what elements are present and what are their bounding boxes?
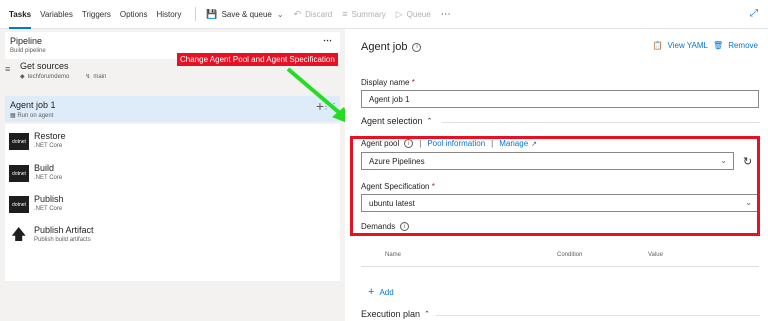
tab-variables[interactable]: Variables [40, 0, 73, 29]
upload-icon: 🡅 [11, 226, 27, 243]
save-icon: 💾 [206, 8, 218, 19]
chevron-down-icon: ⌄ [276, 9, 284, 19]
details-title: Agent job i [361, 41, 422, 53]
toolbar: Tasks Variables Triggers Options History… [0, 0, 768, 29]
pipeline-title: Pipeline [10, 36, 43, 46]
more-options-icon[interactable]: ⋯ [441, 9, 452, 20]
yaml-icon: 📋 [652, 41, 663, 50]
display-name-label-text: Display name [361, 78, 410, 87]
agent-job-subtitle-text: Run on agent [17, 113, 54, 119]
save-queue-button[interactable]: 💾 Save & queue ⌄ [206, 9, 283, 20]
toolbar-divider [195, 7, 197, 21]
queue-label: Queue [406, 9, 431, 19]
discard-button[interactable]: ↶ Discard [294, 9, 333, 20]
execution-plan-header[interactable]: Execution plan ⌃ [361, 309, 430, 319]
task-name: Restore [34, 131, 66, 141]
agent-job-title: Agent job 1 [10, 100, 56, 110]
dotnet-icon: dotnet [9, 165, 29, 182]
dotnet-icon: dotnet [9, 196, 29, 213]
expand-icon[interactable]: ⤢ [750, 8, 758, 19]
tab-tasks[interactable]: Tasks [9, 0, 32, 29]
view-yaml-link[interactable]: 📋 View YAML [653, 41, 708, 50]
add-label: Add [379, 287, 394, 297]
add-demand-button[interactable]: + Add [368, 286, 394, 298]
branch-info: ↯ main [85, 73, 107, 81]
agent-selection-header[interactable]: Agent selection ⌃ [361, 116, 432, 126]
get-sources-title: Get sources [20, 61, 69, 71]
branch-icon: ↯ [85, 74, 91, 80]
section-divider [442, 122, 760, 123]
required-mark: * [411, 78, 415, 87]
sources-repo-line: ◆ techforumdemo ↯ main [20, 73, 107, 81]
tab-options[interactable]: Options [120, 0, 148, 29]
details-title-text: Agent job [361, 41, 408, 53]
execution-plan-title: Execution plan [361, 309, 421, 319]
chevron-up-icon: ⌃ [426, 118, 433, 125]
branch-name: main [93, 73, 107, 80]
repo-name: techforumdemo [27, 73, 70, 80]
display-name-value: Agent job 1 [369, 94, 410, 104]
pipeline-more-icon[interactable]: ⋯ [323, 35, 332, 46]
repo-icon: ◆ [20, 74, 25, 80]
section-divider [436, 315, 760, 316]
play-icon: ▷ [395, 8, 403, 19]
task-publish-artifact[interactable]: 🡅 Publish Artifact Publish build artifac… [5, 222, 340, 253]
task-desc: .NET Core [34, 206, 63, 212]
queue-button[interactable]: ▷ Queue [396, 9, 431, 20]
task-list: dotnet Restore .NET Core dotnet Build .N… [5, 124, 340, 281]
pipeline-subtitle: Build pipeline [10, 48, 46, 54]
annotation-highlight-box [350, 136, 760, 236]
task-desc: .NET Core [34, 175, 63, 181]
task-restore[interactable]: dotnet Restore .NET Core [5, 128, 340, 159]
table-divider [361, 266, 759, 267]
tab-history[interactable]: History [156, 0, 181, 29]
task-build[interactable]: dotnet Build .NET Core [5, 160, 340, 191]
task-desc: Publish build artifacts [34, 237, 91, 243]
column-value: Value [648, 252, 663, 258]
list-icon: ≡ [342, 9, 348, 19]
remove-label: Remove [728, 41, 758, 50]
save-queue-label: Save & queue [221, 9, 272, 19]
column-condition: Condition [557, 252, 583, 258]
agent-job-subtitle: ▦ Run on agent [10, 113, 54, 119]
undo-icon: ↶ [293, 8, 302, 19]
display-name-label: Display name * [361, 78, 415, 87]
plus-icon: + [368, 286, 375, 298]
dotnet-icon: dotnet [9, 133, 29, 150]
view-yaml-label: View YAML [667, 41, 708, 50]
chevron-up-icon: ⌃ [424, 311, 430, 318]
trash-icon: 🗑 [713, 41, 724, 50]
display-name-input[interactable]: Agent job 1 [361, 90, 759, 108]
task-name: Build [34, 163, 55, 173]
remove-button[interactable]: 🗑 Remove [713, 41, 758, 50]
task-name: Publish Artifact [34, 225, 94, 235]
tab-triggers[interactable]: Triggers [82, 0, 111, 29]
agent-selection-title: Agent selection [361, 116, 423, 126]
discard-label: Discard [305, 9, 333, 19]
task-publish[interactable]: dotnet Publish .NET Core [5, 191, 340, 222]
summary-label: Summary [351, 9, 386, 19]
info-icon[interactable]: i [412, 42, 422, 52]
task-desc: .NET Core [34, 143, 63, 149]
column-name: Name [385, 252, 402, 258]
sources-icon: ≡ [5, 64, 11, 74]
task-name: Publish [34, 194, 64, 204]
summary-button[interactable]: ≡ Summary [342, 9, 386, 19]
